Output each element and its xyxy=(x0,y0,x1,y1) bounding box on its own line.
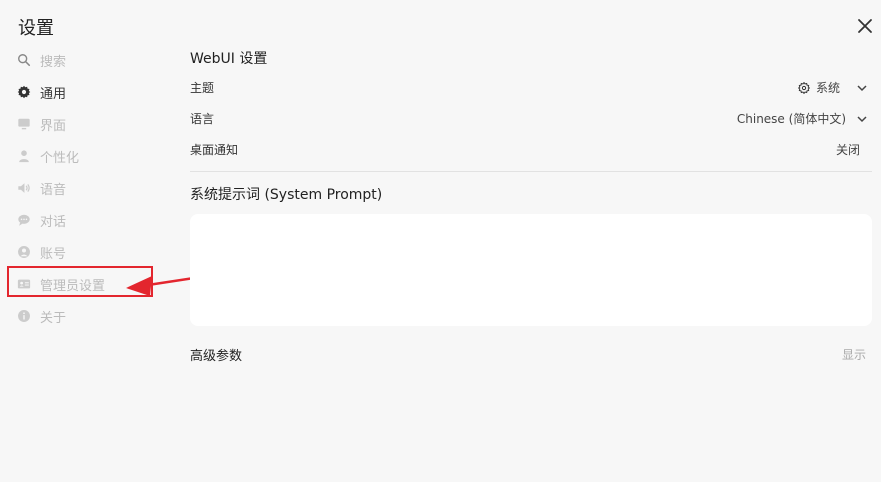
user-icon xyxy=(16,148,32,164)
chevron-down-icon xyxy=(857,84,867,91)
sidebar-item-label: 通用 xyxy=(40,86,67,102)
notifications-toggle[interactable]: 关闭 xyxy=(836,141,872,158)
advanced-params-toggle[interactable]: 显示 xyxy=(842,346,872,363)
chevron-down-icon xyxy=(857,115,867,122)
language-select[interactable]: Chinese (简体中文) xyxy=(737,110,872,127)
theme-row: 主题 系统 xyxy=(190,72,872,103)
sidebar-item-label: 搜索 xyxy=(40,54,67,70)
monitor-icon xyxy=(16,116,32,132)
system-prompt-input[interactable] xyxy=(190,214,872,326)
account-icon xyxy=(16,244,32,260)
notifications-value: 关闭 xyxy=(835,143,860,157)
sidebar-item-account[interactable]: 账号 xyxy=(16,236,156,268)
language-label: 语言 xyxy=(190,112,215,126)
sidebar-item-label: 对话 xyxy=(40,214,67,230)
divider xyxy=(190,171,872,172)
close-icon[interactable] xyxy=(855,16,875,36)
sidebar-item-search[interactable]: 搜索 xyxy=(16,44,156,76)
theme-value: 系统 xyxy=(815,81,840,95)
advanced-params-label: 高级参数 xyxy=(190,348,243,364)
language-row: 语言 Chinese (简体中文) xyxy=(190,103,872,134)
sidebar-item-label: 个性化 xyxy=(40,150,80,166)
sidebar-item-voice[interactable]: 语音 xyxy=(16,172,156,204)
gear-icon xyxy=(797,81,810,94)
dialog-title: 设置 xyxy=(18,18,54,39)
theme-label: 主题 xyxy=(190,81,215,95)
main-settings-panel: WebUI 设置 主题 系统 语言 Chinese (简体中文) 桌面通知 关闭… xyxy=(190,44,872,366)
notifications-label: 桌面通知 xyxy=(190,143,239,157)
sidebar-item-general[interactable]: 通用 xyxy=(16,76,156,108)
section-title: WebUI 设置 xyxy=(190,51,268,67)
chat-icon xyxy=(16,212,32,228)
sidebar-item-label: 关于 xyxy=(40,310,67,326)
system-prompt-label: 系统提示词 (System Prompt) xyxy=(190,187,383,203)
search-icon xyxy=(16,52,32,68)
advanced-params-row: 高级参数 显示 xyxy=(190,342,872,366)
sidebar-item-chat[interactable]: 对话 xyxy=(16,204,156,236)
sidebar-item-about[interactable]: 关于 xyxy=(16,300,156,332)
admin-settings-highlight xyxy=(7,266,153,297)
language-value: Chinese (简体中文) xyxy=(736,112,846,126)
sidebar-item-interface[interactable]: 界面 xyxy=(16,108,156,140)
theme-select[interactable]: 系统 xyxy=(797,79,872,96)
sidebar-item-label: 账号 xyxy=(40,246,67,262)
sidebar-item-label: 界面 xyxy=(40,118,67,134)
speaker-icon xyxy=(16,180,32,196)
gear-icon xyxy=(16,84,32,100)
notifications-row: 桌面通知 关闭 xyxy=(190,134,872,165)
info-icon xyxy=(16,308,32,324)
sidebar-item-personalization[interactable]: 个性化 xyxy=(16,140,156,172)
sidebar-item-label: 语音 xyxy=(40,182,67,198)
